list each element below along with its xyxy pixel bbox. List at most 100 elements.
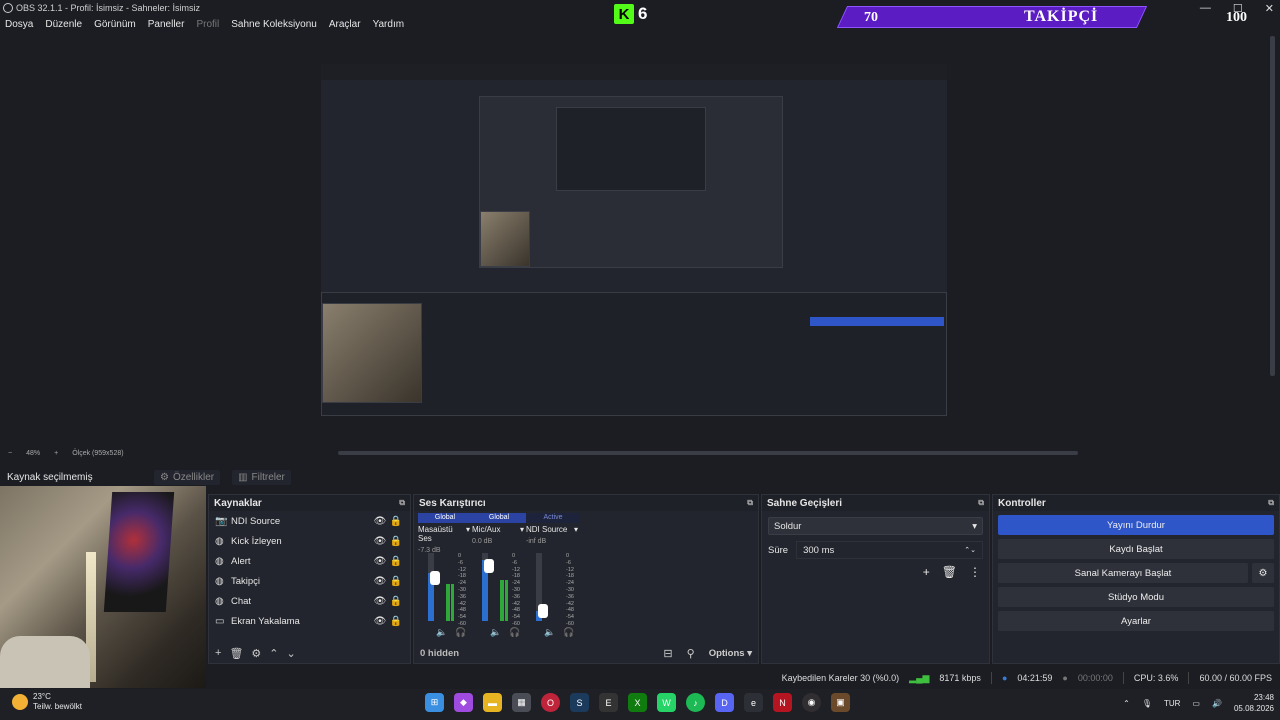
menu-dosya[interactable]: Dosya <box>5 19 33 30</box>
stop-stream-button[interactable]: Yayını Durdur <box>998 515 1274 535</box>
settings-button[interactable]: Ayarlar <box>998 611 1274 631</box>
menu-profil[interactable]: Profil <box>196 19 219 30</box>
source-item[interactable]: ◍ Alert 👁 🔒 <box>209 551 410 571</box>
trash-icon[interactable]: 🗑 <box>942 565 957 579</box>
menu-duzenle[interactable]: Düzenle <box>45 19 82 30</box>
xbox-icon[interactable]: X <box>628 693 647 712</box>
lock-icon[interactable]: 🔒 <box>388 516 404 527</box>
copilot-icon[interactable]: ◆ <box>454 693 473 712</box>
layout-icon[interactable]: ⊟ <box>663 647 672 660</box>
lock-icon[interactable]: 🔒 <box>388 616 404 627</box>
channel-name[interactable]: Mic/Aux ▾ <box>472 525 526 534</box>
close-button[interactable]: ✕ <box>1265 2 1274 15</box>
clock[interactable]: 23:48 05.08.2026 <box>1234 692 1274 714</box>
whatsapp-icon[interactable]: W <box>657 693 676 712</box>
dock-header: Kaynaklar ⧉ <box>209 495 410 511</box>
source-item[interactable]: 📷 NDI Source 👁 🔒 <box>209 511 410 531</box>
opera-icon[interactable]: O <box>541 693 560 712</box>
eye-icon[interactable]: 👁 <box>372 616 388 627</box>
volume-knob[interactable] <box>484 559 494 573</box>
audio-mixer-dock: Ses Karıştırıcı ⧉ Global Masaüstü Ses ▾ -7… <box>413 494 759 664</box>
source-settings-button[interactable]: ⚙ <box>251 647 261 660</box>
stepper-icon[interactable]: ⌃⌄ <box>964 546 976 554</box>
eye-icon[interactable]: 👁 <box>372 576 388 587</box>
app-icon[interactable]: ▣ <box>831 693 850 712</box>
horizontal-scrollbar[interactable] <box>338 451 1078 455</box>
menu-paneller[interactable]: Paneller <box>148 19 185 30</box>
headphones-icon[interactable]: 🎧 <box>563 627 574 638</box>
volume-knob[interactable] <box>430 571 440 585</box>
chevron-up-icon[interactable]: ⌃ <box>1123 699 1130 708</box>
lock-icon[interactable]: 🔒 <box>388 556 404 567</box>
weather-widget[interactable]: 23°C Teilw. bewölkt <box>12 692 82 712</box>
scale-dropdown[interactable]: Ölçek (959x528) <box>72 450 123 457</box>
source-item[interactable]: ▭ Ekran Yakalama 👁 🔒 <box>209 611 410 631</box>
level-meter <box>554 553 562 621</box>
headphones-icon[interactable]: 🎧 <box>509 627 520 638</box>
windows-start-icon[interactable]: ⊞ <box>425 693 444 712</box>
eye-icon[interactable]: 👁 <box>372 556 388 567</box>
channel-name[interactable]: Masaüstü Ses ▾ <box>418 525 472 543</box>
duration-input[interactable]: 300 ms ⌃⌄ <box>796 541 983 559</box>
hidden-count[interactable]: 0 hidden <box>420 648 459 659</box>
steam-icon[interactable]: S <box>570 693 589 712</box>
lock-icon[interactable]: 🔒 <box>388 536 404 547</box>
lock-icon[interactable]: 🔒 <box>388 596 404 607</box>
menu-araclar[interactable]: Araçlar <box>329 19 361 30</box>
add-source-button[interactable]: + <box>215 647 221 659</box>
filters-button[interactable]: ▥ Filtreler <box>232 469 291 485</box>
speaker-icon[interactable]: 🔈 <box>436 627 447 638</box>
menu-gorunum[interactable]: Görünüm <box>94 19 136 30</box>
studio-mode-button[interactable]: Stüdyo Modu <box>998 587 1274 607</box>
undock-icon[interactable]: ⧉ <box>978 498 984 508</box>
undock-icon[interactable]: ⧉ <box>1268 498 1274 508</box>
trash-icon[interactable]: 🗑 <box>229 647 243 660</box>
epic-games-icon[interactable]: E <box>599 693 618 712</box>
minimize-button[interactable]: — <box>1200 2 1211 15</box>
headphones-icon[interactable]: 🎧 <box>455 627 466 638</box>
menu-sahne-koleksiyonu[interactable]: Sahne Koleksiyonu <box>231 19 317 30</box>
start-virtual-camera-button[interactable]: Sanal Kamerayı Başlat <box>998 563 1248 583</box>
source-item[interactable]: ◍ Chat 👁 🔒 <box>209 591 410 611</box>
zoom-in-button[interactable]: + <box>54 450 58 457</box>
properties-button[interactable]: ⚙ Özellikler <box>154 469 221 485</box>
speaker-icon[interactable]: 🔈 <box>544 627 555 638</box>
eye-icon[interactable]: 👁 <box>372 536 388 547</box>
vcam-settings-button[interactable]: ⚙ <box>1252 563 1274 583</box>
source-item[interactable]: ◍ Takipçi 👁 🔒 <box>209 571 410 591</box>
undock-icon[interactable]: ⧉ <box>747 498 753 508</box>
start-record-button[interactable]: Kaydı Başlat <box>998 539 1274 559</box>
language-indicator[interactable]: TUR <box>1164 699 1180 708</box>
volume-knob[interactable] <box>538 604 548 618</box>
netflix-icon[interactable]: N <box>773 693 792 712</box>
undock-icon[interactable]: ⧉ <box>399 498 405 508</box>
folder-icon[interactable]: ▬ <box>483 693 502 712</box>
move-up-button[interactable]: ⌃ <box>269 647 278 660</box>
volume-slider[interactable] <box>428 553 434 621</box>
zoom-out-button[interactable]: − <box>8 450 12 457</box>
edge-icon[interactable]: e <box>744 693 763 712</box>
speaker-icon[interactable]: 🔈 <box>490 627 501 638</box>
network-icon[interactable]: ▭ <box>1192 699 1200 708</box>
source-item[interactable]: ◍ Kick İzleyen 👁 🔒 <box>209 531 410 551</box>
lock-icon[interactable]: 🔒 <box>388 576 404 587</box>
channel-name[interactable]: NDI Source ▾ <box>526 525 580 534</box>
volume-icon[interactable]: 🔊 <box>1212 699 1222 708</box>
store-icon[interactable]: ▦ <box>512 693 531 712</box>
eye-icon[interactable]: 👁 <box>372 516 388 527</box>
discord-icon[interactable]: D <box>715 693 734 712</box>
follower-current: 70 <box>864 10 878 25</box>
move-down-button[interactable]: ⌄ <box>287 647 296 660</box>
obs-taskbar-icon[interactable]: ◉ <box>802 693 821 712</box>
menu-yardim[interactable]: Yardım <box>373 19 405 30</box>
options-button[interactable]: Options ▾ <box>709 648 752 659</box>
link-icon[interactable]: ⚲ <box>687 647 695 660</box>
transition-select[interactable]: Soldur ▾ <box>768 517 983 535</box>
vertical-scrollbar[interactable] <box>1270 36 1275 376</box>
more-icon[interactable]: ⋮ <box>969 565 981 579</box>
microphone-icon[interactable]: 🎙 <box>1142 699 1152 708</box>
spotify-icon[interactable]: ♪ <box>686 693 705 712</box>
eye-icon[interactable]: 👁 <box>372 596 388 607</box>
add-transition-button[interactable]: + <box>923 565 930 579</box>
preview-canvas[interactable] <box>321 64 947 416</box>
